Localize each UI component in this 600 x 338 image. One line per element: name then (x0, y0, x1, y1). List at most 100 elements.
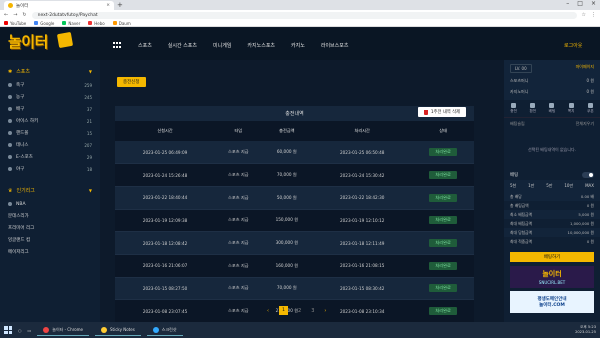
new-tab-icon[interactable]: + (117, 1, 123, 9)
status-badge: 처리완료 (429, 193, 457, 202)
back-icon[interactable]: ← (4, 12, 8, 18)
col-status: 상태 (412, 121, 474, 141)
sports-icon: ✱ (8, 68, 13, 75)
stat-row: 총 배당 0.00 배 (504, 192, 600, 201)
stat-value: 1,000,000 원 (569, 220, 594, 226)
delete-history-button[interactable]: 1주전 내역 삭제 (417, 107, 466, 117)
logout-link[interactable]: 로그아웃 (564, 42, 582, 49)
bookmark-naver[interactable]: Naver (62, 21, 80, 26)
prev-page-icon[interactable]: ‹ (267, 308, 269, 314)
sports-money-value: 0 원 (586, 78, 595, 83)
system-clock[interactable]: 오후 5:23 2023-01-25 (575, 325, 596, 335)
league-header[interactable]: ♛ 인기리그 ▼ (0, 179, 100, 198)
quick-messages[interactable]: 쪽지 (568, 103, 574, 114)
url-input[interactable]: next-2dutatvfutoy/Paychat (31, 11, 577, 19)
amount-100k[interactable]: 10만 (564, 183, 573, 189)
stat-value: 10,000,000 원 (567, 229, 594, 235)
amount-5k[interactable]: 5천 (510, 183, 516, 189)
main-content: 충전신청 충전내역 1주전 내역 삭제 신청시간 타입 충전금액 처리시간 상태… (112, 60, 474, 323)
forward-icon[interactable]: → (13, 12, 17, 18)
stat-value: 0 원 (586, 238, 594, 244)
maximize-icon[interactable]: □ (577, 0, 583, 7)
nav-sports[interactable]: 스포츠 (138, 42, 152, 49)
sidebar-item-count: 37 (86, 106, 92, 112)
cell-processed: 2023-01-16 21:08:15 (312, 254, 413, 278)
amount-50k[interactable]: 5만 (546, 183, 552, 189)
close-window-icon[interactable]: × (591, 0, 596, 7)
sidebar-league-england-cup[interactable]: 잉글랜드 컵 (0, 234, 100, 246)
bookmark-hebo[interactable]: Hebo (88, 20, 105, 26)
sidebar-item-baseball[interactable]: 야구 18 (0, 163, 100, 175)
nav-minigame[interactable]: 미니게임 (213, 42, 231, 49)
quick-withdraw[interactable]: 환전 (529, 103, 536, 114)
bookmark-daum[interactable]: Daum (112, 21, 131, 26)
grid-menu-icon[interactable] (113, 42, 122, 49)
cell-amount: 160,000 원 (261, 254, 313, 278)
menu-icon[interactable]: ⋮ (591, 12, 596, 18)
cell-requested: 2023-01-08 23:07:45 (115, 299, 216, 323)
sidebar-item-esports[interactable]: E-스포츠 29 (0, 151, 100, 163)
nav-casino-sports[interactable]: 카지노스포츠 (247, 42, 275, 49)
sidebar-item-count: 15 (86, 130, 92, 136)
minimize-icon[interactable]: – (566, 0, 569, 7)
permanent-domain-banner[interactable]: 평생도메인안내 놀이터.COM (510, 291, 594, 313)
search-icon[interactable]: ○ (18, 328, 22, 333)
page-link[interactable]: 3 (311, 308, 314, 314)
star-icon[interactable]: ☆ (582, 12, 586, 18)
sidebar-league-premier[interactable]: 프리미어 리그 (0, 222, 100, 234)
reload-icon[interactable]: ↻ (22, 12, 26, 18)
sidebar-item-handball[interactable]: 핸드볼 15 (0, 127, 100, 139)
nav-casino[interactable]: 카지노 (291, 42, 305, 49)
quick-bets[interactable]: 베팅 (549, 103, 555, 114)
sidebar-item-basketball[interactable]: 농구 245 (0, 91, 100, 103)
taskview-icon[interactable]: ▭ (28, 328, 32, 333)
bet-toggle[interactable] (582, 172, 594, 178)
window-controls: – □ × (566, 0, 596, 7)
place-bet-button[interactable]: 배팅하기 (510, 252, 594, 262)
browser-tab[interactable]: 놀이터 × (4, 1, 114, 10)
charge-icon (511, 103, 517, 108)
charge-request-button[interactable]: 충전신청 (117, 77, 146, 87)
mypage-link[interactable]: 마이페이지 (576, 64, 594, 70)
sidebar-item-ice-hockey[interactable]: 아이스 하키 21 (0, 115, 100, 127)
cell-status: 처리완료 (412, 254, 474, 278)
sidebar-item-label: 농구 (16, 95, 25, 100)
close-tab-icon[interactable]: × (106, 3, 110, 8)
domain-banner[interactable]: 놀이터 SNUCIRL.BET (510, 266, 594, 288)
quick-charge[interactable]: 충전 (510, 103, 517, 114)
cell-processed: 2023-01-19 12:10:12 (312, 209, 413, 233)
next-page-icon[interactable]: › (324, 308, 326, 314)
taskbar-sticky-notes[interactable]: Sticky Notes (95, 324, 141, 336)
bookmark-label: Hebo (94, 20, 105, 26)
bookmark-youtube[interactable]: YouTube (4, 21, 26, 26)
bookmark-google[interactable]: Google (34, 21, 54, 26)
clear-all-link[interactable]: 전체지우기 (576, 121, 594, 127)
windows-start-icon[interactable] (4, 326, 12, 334)
sidebar-item-soccer[interactable]: 축구 259 (0, 79, 100, 91)
sidebar-item-volleyball[interactable]: 배구 37 (0, 103, 100, 115)
taskbar-screenshot[interactable]: 스크린샷 (146, 324, 183, 336)
table-header-row: 신청시간 타입 충전금액 처리시간 상태 (115, 121, 474, 141)
site-logo[interactable]: 놀이터 (8, 31, 48, 52)
page-current[interactable]: 1 (279, 306, 288, 315)
nav-live[interactable]: 라이브스포츠 (321, 42, 349, 49)
status-badge: 처리완료 (429, 171, 457, 180)
betslip-header: 배팅슬립 전체지우기 (504, 117, 600, 130)
quick-label: 충전 (510, 109, 517, 113)
sidebar-league-nba[interactable]: NBA (0, 198, 100, 210)
taskbar-chrome[interactable]: 놀이터 - Chrome (37, 324, 89, 336)
left-sidebar: ✱ 스포츠 ▼ 축구 259 농구 245 배구 37 아이스 하키 21 핸드볼 15 … (0, 60, 100, 322)
sidebar-league-mlb[interactable]: 메이저리그 (0, 246, 100, 258)
google-icon (34, 21, 39, 25)
nav-live-sports[interactable]: 실시간 스포츠 (168, 42, 197, 49)
trophy-icon: ♛ (8, 187, 13, 194)
trash-icon (423, 109, 428, 115)
sidebar-league-bundesliga[interactable]: 분데스리가 (0, 210, 100, 222)
page-link[interactable]: 2 (298, 308, 301, 314)
amount-10k[interactable]: 1만 (528, 183, 534, 189)
sports-header[interactable]: ✱ 스포츠 ▼ (0, 60, 100, 79)
amount-max[interactable]: MAX (585, 183, 594, 189)
table-row: 2023-01-19 12:09:38 스포츠 지급 150,000 원 202… (115, 209, 474, 233)
sidebar-item-tennis[interactable]: 테니스 207 (0, 139, 100, 151)
quick-coupon[interactable]: 쿠폰 (587, 103, 594, 114)
